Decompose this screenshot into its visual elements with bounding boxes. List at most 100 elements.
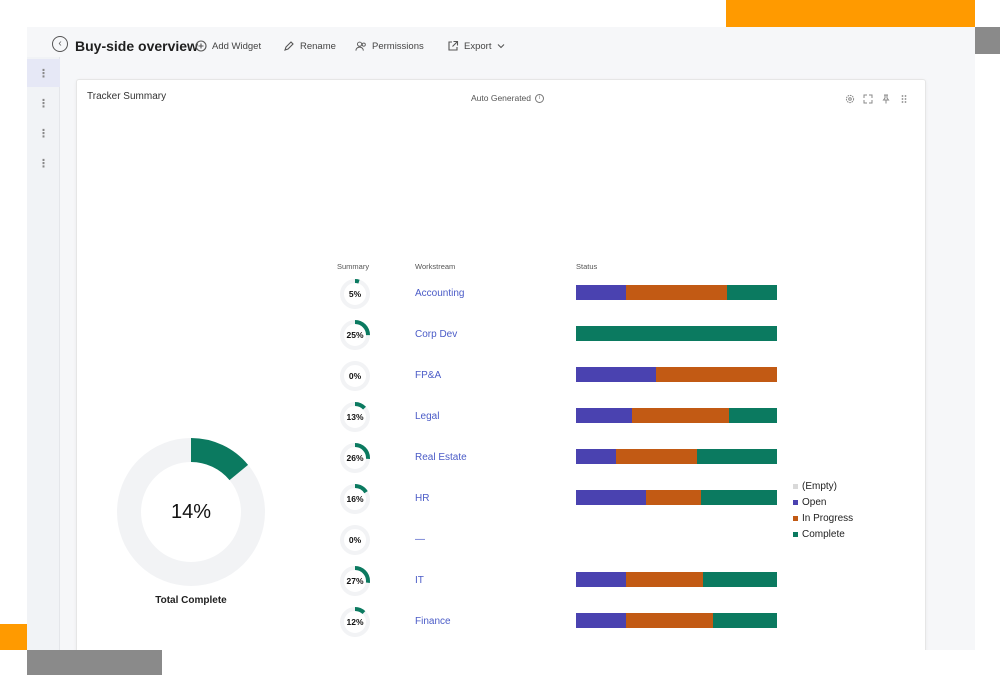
status-segment-progress	[616, 449, 697, 464]
permissions-button[interactable]: Permissions	[355, 40, 424, 52]
decor-orange-left	[0, 624, 27, 650]
status-segment-open	[576, 408, 633, 423]
workstream-link[interactable]: HR	[415, 493, 429, 504]
plus-circle-icon	[195, 40, 207, 52]
export-label: Export	[464, 40, 492, 52]
add-widget-label: Add Widget	[212, 40, 262, 52]
status-bar	[576, 572, 777, 587]
status-segment-complete	[728, 408, 777, 423]
pencil-icon	[283, 40, 295, 52]
rail-item-1[interactable]: ⋮	[27, 59, 60, 87]
summary-percent: 13%	[346, 412, 364, 422]
legend-swatch	[793, 483, 798, 489]
workstream-link[interactable]: Corp Dev	[415, 329, 457, 340]
legend-label: (Empty)	[802, 480, 837, 492]
page-title: Buy-side overview	[75, 38, 198, 54]
summary-percent: 5%	[348, 289, 362, 299]
summary-ring: 12%	[339, 606, 371, 638]
workstream-link[interactable]: Finance	[415, 616, 451, 627]
widget-title: Tracker Summary	[87, 91, 167, 102]
status-segment-complete	[726, 285, 777, 300]
gear-icon[interactable]	[845, 94, 855, 104]
summary-ring: 0%	[339, 360, 371, 392]
info-icon[interactable]: i	[535, 93, 545, 103]
workstream-link[interactable]: Legal	[415, 411, 439, 422]
status-segment-complete	[576, 326, 777, 341]
status-segment-progress	[626, 613, 713, 628]
status-segment-progress	[626, 285, 727, 300]
status-segment-progress	[632, 408, 729, 423]
legend-label: In Progress	[802, 512, 854, 524]
auto-generated-label: Auto Generated i	[471, 93, 545, 103]
add-widget-button[interactable]: Add Widget	[195, 40, 261, 52]
drag-handle-icon[interactable]	[899, 94, 909, 104]
chevron-down-icon	[497, 41, 505, 52]
summary-ring: 5%	[339, 278, 371, 310]
status-segment-complete	[712, 613, 777, 628]
status-segment-complete	[696, 449, 777, 464]
summary-ring: 26%	[339, 442, 371, 474]
status-bar	[576, 285, 777, 300]
status-segment-open	[576, 449, 617, 464]
legend-item: (Empty)	[793, 478, 853, 494]
status-header: Status	[576, 262, 598, 271]
legend-label: Open	[802, 496, 827, 508]
summary-header: Summary	[337, 262, 370, 271]
status-bar	[576, 408, 777, 423]
decor-gray-right	[975, 27, 1000, 54]
back-icon[interactable]: ‹	[52, 36, 68, 52]
total-complete-label: Total Complete	[155, 595, 227, 606]
decor-gray-bottom	[27, 650, 162, 675]
workstream-link[interactable]: IT	[415, 575, 424, 586]
status-segment-open	[576, 490, 647, 505]
summary-percent: 26%	[346, 453, 364, 463]
status-bar	[576, 613, 777, 628]
legend-label: Complete	[802, 528, 845, 540]
summary-percent: 0%	[348, 535, 362, 545]
kebab-icon: ⋮	[38, 67, 49, 80]
summary-percent: 25%	[346, 330, 364, 340]
legend-swatch	[793, 515, 798, 521]
workstream-link[interactable]: —	[415, 534, 425, 545]
status-bar	[576, 490, 777, 505]
workstream-link[interactable]: Accounting	[415, 288, 464, 299]
status-segment-progress	[626, 572, 703, 587]
status-segment-progress	[646, 490, 701, 505]
rail-item-2[interactable]: ⋮	[27, 89, 60, 117]
summary-ring: 27%	[339, 565, 371, 597]
workstream-header: Workstream	[415, 262, 456, 271]
auto-generated-text: Auto Generated	[471, 93, 532, 103]
status-segment-complete	[700, 490, 777, 505]
app-window: ‹ Buy-side overview Add Widget Rename Pe…	[27, 27, 975, 650]
rail-item-4[interactable]: ⋮	[27, 149, 60, 177]
summary-ring: 16%	[339, 483, 371, 515]
summary-percent: 12%	[346, 617, 364, 627]
status-bar	[576, 367, 777, 382]
decor-orange-top	[726, 0, 975, 27]
legend-item: Complete	[793, 526, 853, 542]
status-segment-open	[576, 613, 627, 628]
summary-ring: 13%	[339, 401, 371, 433]
rail-item-3[interactable]: ⋮	[27, 119, 60, 147]
rename-button[interactable]: Rename	[283, 40, 336, 52]
summary-ring: 0%	[339, 524, 371, 556]
status-segment-progress	[656, 367, 777, 382]
status-bar	[576, 326, 777, 341]
status-segment-complete	[702, 572, 777, 587]
pin-icon[interactable]	[881, 94, 891, 104]
users-icon	[355, 40, 367, 52]
export-icon	[447, 40, 459, 52]
workstream-link[interactable]: FP&A	[415, 370, 441, 381]
status-segment-open	[576, 572, 627, 587]
legend-swatch	[793, 499, 798, 505]
legend-swatch	[793, 531, 798, 537]
status-bar	[576, 449, 777, 464]
permissions-label: Permissions	[372, 40, 424, 52]
side-rail: ⋮ ⋮ ⋮ ⋮	[27, 57, 60, 650]
status-segment-open	[576, 367, 657, 382]
expand-icon[interactable]	[863, 94, 873, 104]
workstream-link[interactable]: Real Estate	[415, 452, 467, 463]
export-button[interactable]: Export	[447, 40, 505, 52]
legend-item: Open	[793, 494, 853, 510]
widget-actions	[845, 94, 909, 104]
